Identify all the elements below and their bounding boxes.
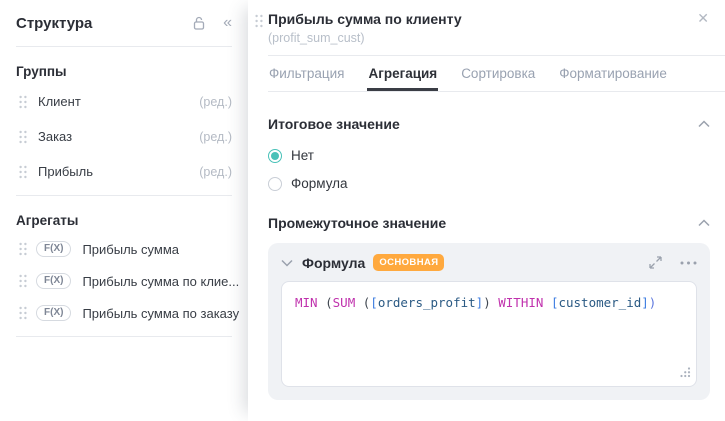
- radio-selected[interactable]: [268, 148, 282, 163]
- main-badge: ОСНОВНАЯ: [373, 254, 445, 271]
- resize-grip-icon[interactable]: [680, 365, 691, 383]
- formula-token: [: [370, 295, 378, 310]
- aggregate-item[interactable]: F(X) Прибыль сумма по заказу: [16, 297, 239, 329]
- total-value-section-header: Итоговое значение: [268, 116, 710, 132]
- radio-label: Формула: [291, 176, 348, 191]
- aggregate-item[interactable]: F(X) Прибыль сумма по клие...: [16, 265, 239, 297]
- divider: [16, 195, 232, 196]
- app-root: Структура « Группы Клиент (ред.) Заказ (…: [0, 0, 725, 421]
- formula-token: orders_profit: [377, 295, 476, 310]
- radio-label: Нет: [291, 148, 314, 163]
- formula-token: (: [317, 295, 333, 310]
- drag-handle-icon[interactable]: [19, 95, 27, 109]
- edit-link[interactable]: (ред.): [199, 95, 232, 109]
- drag-handle-icon[interactable]: [19, 274, 27, 288]
- groups-list: Клиент (ред.) Заказ (ред.) Прибыль (ред.…: [16, 84, 232, 189]
- tab-aggregation[interactable]: Агрегация: [367, 56, 439, 91]
- group-item-client[interactable]: Клиент (ред.): [16, 84, 232, 119]
- drag-handle-icon[interactable]: [19, 130, 27, 144]
- formula-card-title: Формула: [302, 254, 366, 271]
- tab-filtration[interactable]: Фильтрация: [268, 56, 345, 91]
- aggregates-list: F(X) Прибыль сумма F(X) Прибыль сумма по…: [16, 233, 239, 329]
- edit-link[interactable]: (ред.): [199, 130, 232, 144]
- intermediate-value-section-header: Промежуточное значение: [268, 215, 710, 231]
- lock-icon[interactable]: [192, 16, 206, 31]
- formula-editor[interactable]: MIN (SUM ([orders_profit]) WITHIN [custo…: [281, 281, 697, 387]
- sidebar-title: Структура: [16, 14, 93, 32]
- sidebar-header: Структура «: [16, 12, 232, 34]
- structure-sidebar: Структура « Группы Клиент (ред.) Заказ (…: [0, 0, 248, 421]
- fx-badge: F(X): [36, 273, 72, 289]
- expand-icon[interactable]: [649, 256, 662, 269]
- chevron-up-icon[interactable]: [698, 120, 710, 128]
- formula-card: Формула ОСНОВНАЯ MIN (SUM ([orders_profi…: [268, 243, 710, 400]
- panel-title: Прибыль сумма по клиенту: [268, 11, 462, 27]
- ellipsis-icon[interactable]: [680, 261, 697, 265]
- radio-option-none[interactable]: Нет: [268, 148, 710, 163]
- formula-token: ]: [641, 295, 649, 310]
- aggregate-item[interactable]: F(X) Прибыль сумма: [16, 233, 232, 265]
- divider: [16, 336, 232, 337]
- aggregate-item-label: Прибыль сумма по клие...: [82, 273, 240, 289]
- chevron-down-icon[interactable]: [281, 259, 293, 267]
- drag-handle-icon[interactable]: [19, 242, 27, 256]
- drag-handle-icon[interactable]: [19, 306, 27, 320]
- group-item-order[interactable]: Заказ (ред.): [16, 119, 232, 154]
- collapse-sidebar-icon[interactable]: «: [223, 15, 232, 31]
- formula-token: WITHIN: [490, 295, 551, 310]
- group-item-label: Клиент: [38, 94, 81, 109]
- formula-token: ): [483, 295, 491, 310]
- formula-token: SUM: [332, 295, 356, 310]
- aggregates-heading: Агрегаты: [16, 213, 79, 228]
- group-item-label: Прибыль: [38, 164, 93, 179]
- field-settings-panel: ✕ Прибыль сумма по клиенту (profit_sum_c…: [248, 0, 725, 421]
- drag-handle-icon[interactable]: [19, 165, 27, 179]
- total-value-heading: Итоговое значение: [268, 116, 400, 132]
- panel-drag-handle-icon[interactable]: [255, 14, 263, 33]
- formula-token: (: [355, 295, 371, 310]
- group-item-label: Заказ: [38, 129, 73, 144]
- edit-link[interactable]: (ред.): [199, 165, 232, 179]
- formula-token: customer_id: [558, 295, 642, 310]
- sidebar-header-icons: «: [192, 15, 232, 31]
- group-item-profit[interactable]: Прибыль (ред.): [16, 154, 232, 189]
- aggregate-item-label: Прибыль сумма: [82, 241, 180, 257]
- fx-badge: F(X): [36, 305, 72, 321]
- panel-content: Итоговое значение Нет Формула Промежуточ…: [248, 116, 725, 400]
- radio-option-formula[interactable]: Формула: [268, 176, 710, 191]
- tab-sorting[interactable]: Сортировка: [460, 56, 536, 91]
- formula-token: ): [648, 295, 657, 310]
- groups-heading: Группы: [16, 64, 67, 79]
- panel-subtitle: (profit_sum_cust): [268, 31, 365, 45]
- tab-formatting[interactable]: Форматирование: [558, 56, 668, 91]
- tab-bar: Фильтрация Агрегация Сортировка Форматир…: [268, 56, 725, 92]
- close-icon[interactable]: ✕: [697, 11, 709, 25]
- panel-header: Прибыль сумма по клиенту (profit_sum_cus…: [248, 0, 725, 45]
- divider: [16, 46, 232, 47]
- aggregate-item-label: Прибыль сумма по заказу: [82, 305, 240, 321]
- intermediate-value-heading: Промежуточное значение: [268, 215, 447, 231]
- formula-card-actions: [649, 256, 697, 269]
- radio-unselected[interactable]: [268, 176, 282, 191]
- fx-badge: F(X): [36, 241, 72, 257]
- formula-card-header: Формула ОСНОВНАЯ: [281, 254, 697, 271]
- chevron-up-icon[interactable]: [698, 219, 710, 227]
- formula-token: MIN: [295, 295, 318, 310]
